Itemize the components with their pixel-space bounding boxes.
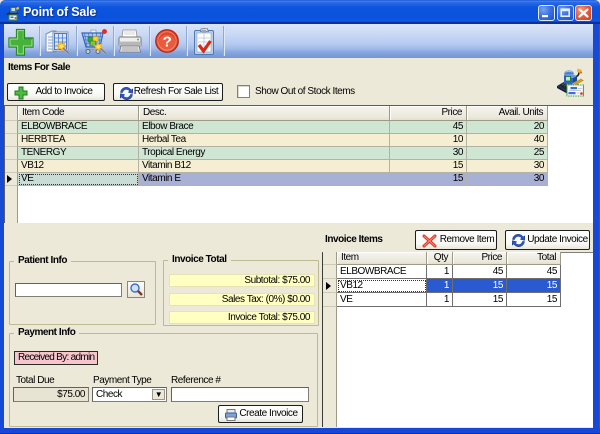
svg-text:?: ? bbox=[163, 34, 172, 51]
